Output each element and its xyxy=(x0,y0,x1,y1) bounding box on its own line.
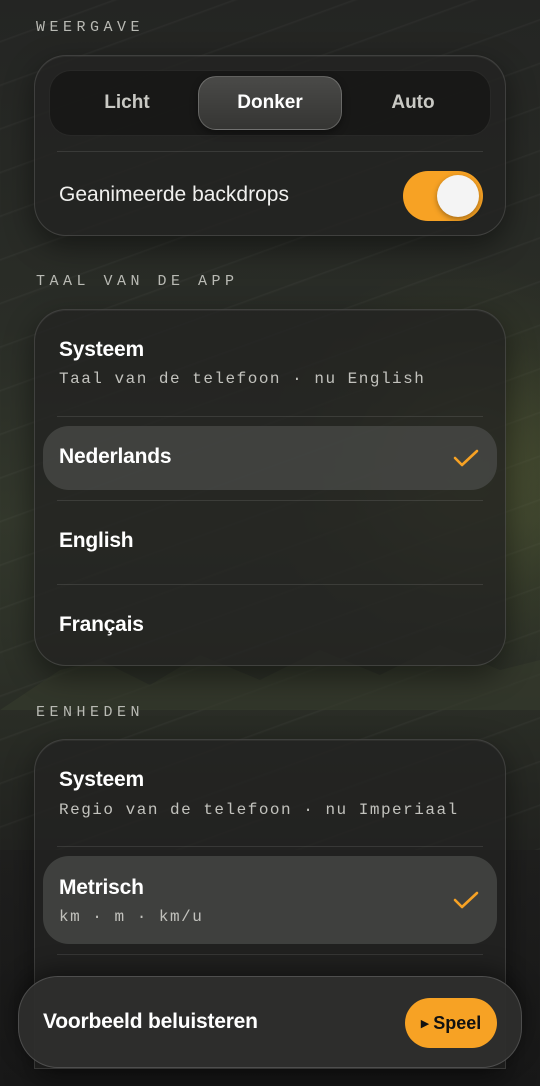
animated-backdrops-toggle[interactable] xyxy=(403,171,483,221)
play-button-label: Speel xyxy=(433,1012,482,1033)
toggle-knob xyxy=(437,175,479,217)
checkmark-icon xyxy=(453,891,479,909)
divider xyxy=(57,954,483,955)
section-label-units: EENHEDEN xyxy=(36,704,145,721)
option-subtitle: Regio van de telefoon · nu Imperiaal xyxy=(59,801,459,819)
theme-segmented-control: Licht Donker Auto xyxy=(49,70,491,136)
section-label-language: TAAL VAN DE APP xyxy=(36,273,239,290)
option-title: Systeem xyxy=(59,768,144,791)
preview-label: Voorbeeld beluisteren xyxy=(43,1010,258,1033)
divider xyxy=(57,151,483,152)
option-title: English xyxy=(59,529,134,552)
divider xyxy=(57,416,483,417)
preview-bar: Voorbeeld beluisteren ▶ Speel xyxy=(18,976,522,1068)
divider xyxy=(57,500,483,501)
option-subtitle: Taal van de telefoon · nu English xyxy=(59,370,426,388)
language-card: Systeem Taal van de telefoon · nu Englis… xyxy=(34,309,506,666)
play-icon: ▶ xyxy=(420,1017,430,1030)
divider xyxy=(57,846,483,847)
option-subtitle: km · m · km/u xyxy=(59,908,204,926)
segment-dark[interactable]: Donker xyxy=(198,76,342,130)
option-title: Metrisch xyxy=(59,876,144,899)
section-label-appearance: WEERGAVE xyxy=(36,19,145,36)
option-title: Français xyxy=(59,613,144,636)
segment-light[interactable]: Licht xyxy=(56,76,198,130)
option-title: Nederlands xyxy=(59,445,172,468)
checkmark-icon xyxy=(453,449,479,467)
play-button[interactable]: ▶ Speel xyxy=(405,998,497,1048)
units-option-metric[interactable]: Metrisch km · m · km/u xyxy=(43,856,497,944)
option-title: Systeem xyxy=(59,338,144,361)
segment-auto[interactable]: Auto xyxy=(342,76,484,130)
appearance-card: Licht Donker Auto Geanimeerde backdrops xyxy=(34,55,506,236)
animated-backdrops-label: Geanimeerde backdrops xyxy=(59,183,289,206)
divider xyxy=(57,584,483,585)
language-option-dutch[interactable]: Nederlands xyxy=(43,426,497,490)
